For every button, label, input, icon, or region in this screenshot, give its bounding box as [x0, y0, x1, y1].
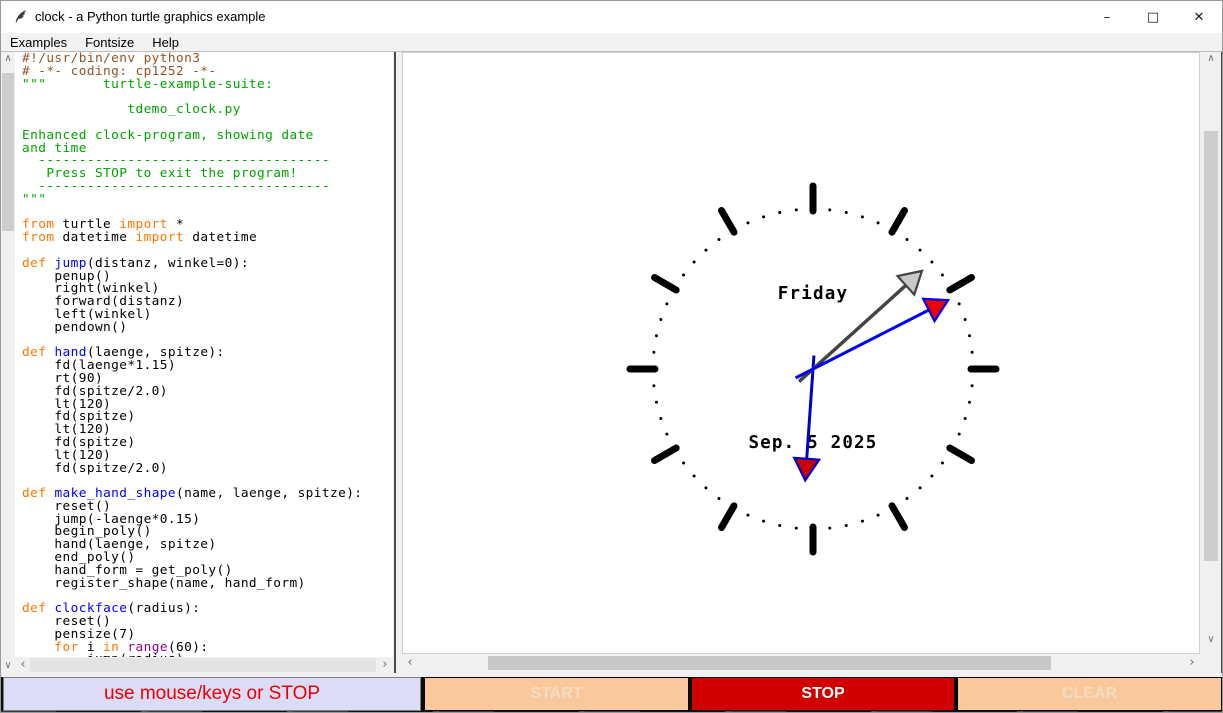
menu-examples[interactable]: Examples	[1, 33, 76, 51]
svg-text:Friday: Friday	[778, 284, 848, 304]
code-horizontal-scrollbar[interactable]: ‹ ›	[15, 657, 393, 673]
clock-drawing: Friday Sep. 5 2025	[403, 53, 1199, 653]
status-message: use mouse/keys or STOP	[3, 677, 421, 711]
scroll-up-icon[interactable]: ∧	[1203, 52, 1219, 66]
turtledemo-window: clock - a Python turtle graphics example…	[0, 0, 1223, 713]
canvas-hscroll-thumb[interactable]	[488, 656, 1051, 670]
scroll-left-icon[interactable]: ‹	[16, 657, 30, 673]
scroll-down-icon[interactable]: ∨	[1, 659, 15, 673]
menu-help[interactable]: Help	[143, 33, 188, 51]
pane-divider-line	[394, 52, 396, 673]
code-vertical-scrollbar[interactable]: ∧ ∨	[1, 52, 15, 673]
scroll-right-icon[interactable]: ›	[1185, 655, 1199, 671]
scroll-up-icon[interactable]: ∧	[1, 52, 15, 66]
menu-bar: Examples Fontsize Help	[1, 33, 1222, 52]
svg-text:Sep. 5 2025: Sep. 5 2025	[748, 433, 877, 453]
canvas-vertical-scrollbar[interactable]: ∧ ∨	[1203, 52, 1219, 647]
turtle-canvas[interactable]: Friday Sep. 5 2025	[402, 52, 1200, 654]
canvas-horizontal-scrollbar[interactable]: ‹ ›	[402, 655, 1200, 671]
code-editor[interactable]: #!/usr/bin/env python3# -*- coding: cp12…	[15, 52, 393, 657]
stop-button[interactable]: STOP	[691, 677, 955, 711]
main-area: ∧ ∨ #!/usr/bin/env python3# -*- coding: …	[1, 52, 1222, 677]
clear-button[interactable]: CLEAR	[957, 677, 1222, 711]
scroll-right-icon[interactable]: ›	[378, 657, 392, 673]
window-controls: – □ ✕	[1084, 1, 1222, 33]
menu-fontsize[interactable]: Fontsize	[76, 33, 143, 51]
title-bar: clock - a Python turtle graphics example…	[1, 1, 1222, 33]
code-hscroll-thumb[interactable]	[30, 658, 376, 672]
code-vscroll-thumb[interactable]	[2, 73, 14, 231]
python-feather-icon[interactable]	[13, 9, 29, 25]
minimize-button[interactable]: –	[1084, 1, 1130, 33]
window-title: clock - a Python turtle graphics example	[35, 9, 266, 24]
canvas-vscroll-thumb[interactable]	[1204, 131, 1218, 561]
close-button[interactable]: ✕	[1176, 1, 1222, 33]
scroll-left-icon[interactable]: ‹	[403, 655, 417, 671]
control-bar: use mouse/keys or STOP START STOP CLEAR	[1, 677, 1222, 711]
pane-divider	[393, 52, 402, 673]
maximize-button[interactable]: □	[1130, 1, 1176, 33]
scroll-down-icon[interactable]: ∨	[1203, 633, 1219, 647]
code-text: #!/usr/bin/env python3# -*- coding: cp12…	[22, 53, 362, 657]
start-button[interactable]: START	[424, 677, 689, 711]
